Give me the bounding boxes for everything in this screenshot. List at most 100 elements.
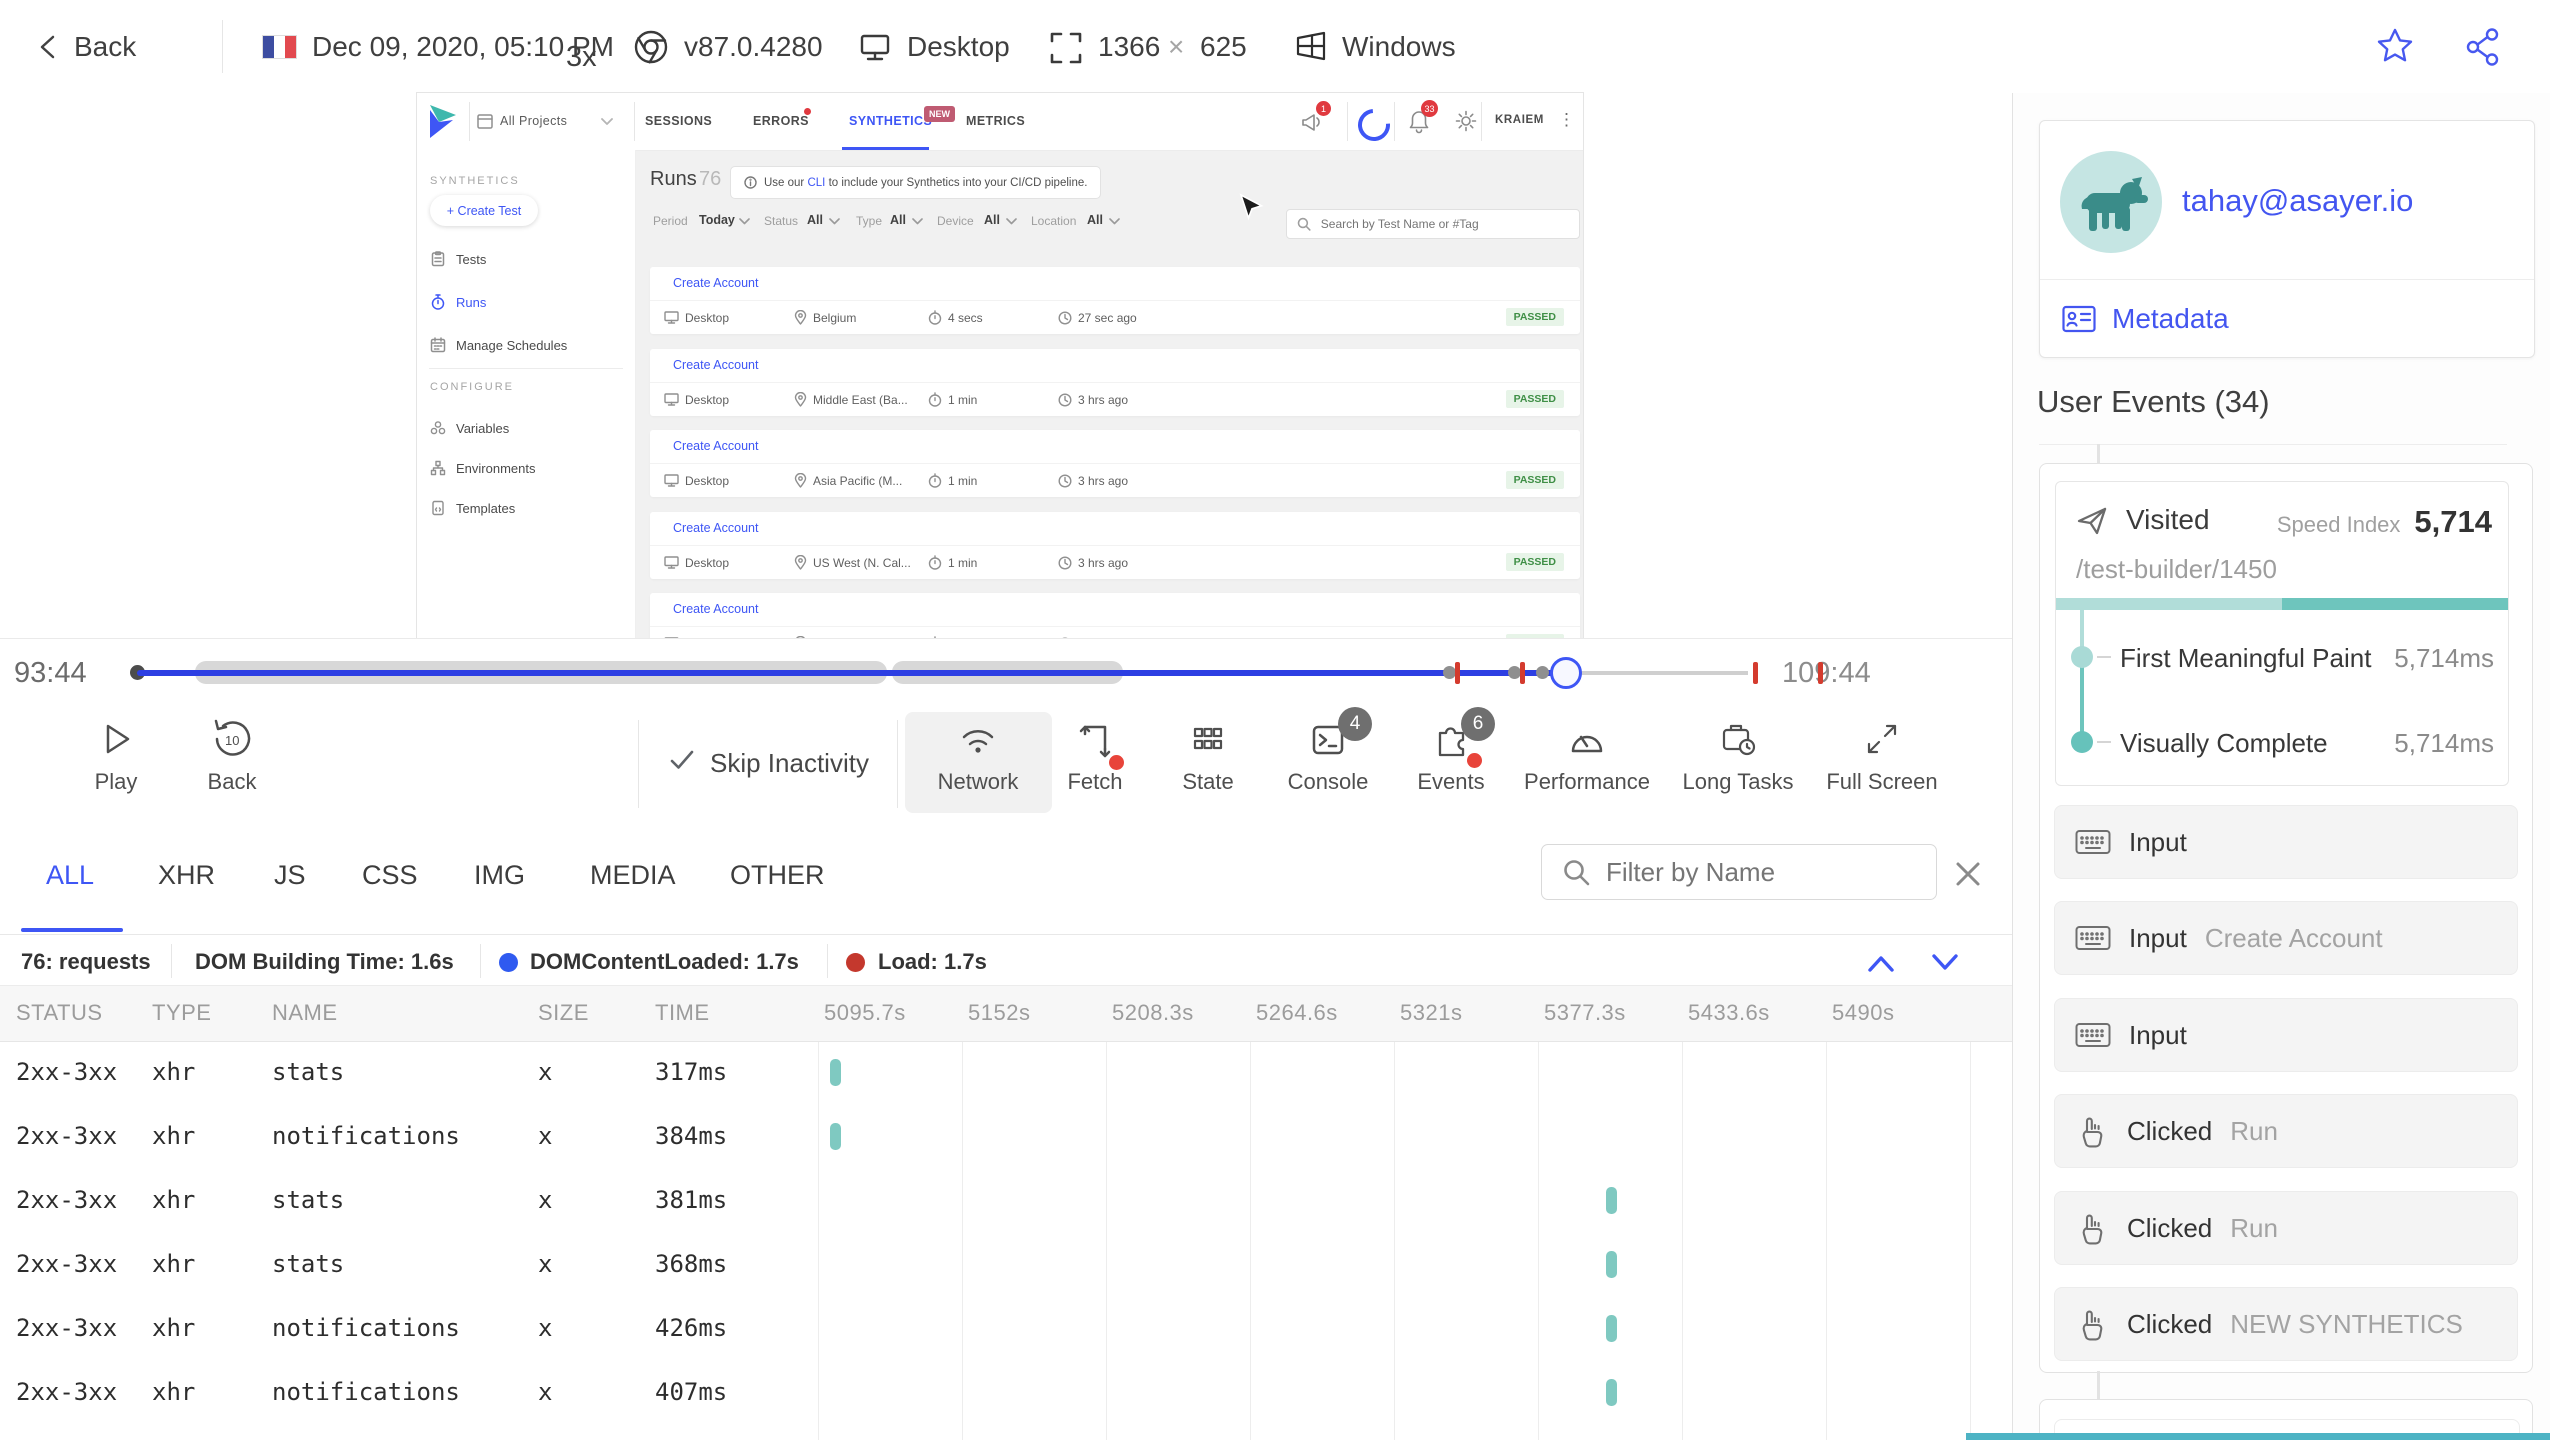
- network-tab-css[interactable]: CSS: [362, 860, 418, 891]
- playhead-handle[interactable]: [1550, 657, 1582, 689]
- favorite-star-icon[interactable]: [2374, 26, 2416, 68]
- device-icon: [664, 393, 679, 406]
- fetch-panel-button[interactable]: Fetch: [1035, 717, 1155, 795]
- controls-divider: [897, 720, 898, 808]
- play-button[interactable]: Play: [56, 717, 176, 795]
- state-panel-button[interactable]: State: [1148, 717, 1268, 795]
- user-event-input[interactable]: Input: [2054, 805, 2518, 879]
- network-request-row[interactable]: 2xx-3xx xhr stats x 368ms: [0, 1232, 2012, 1296]
- long-tasks-panel-button[interactable]: Long Tasks: [1678, 717, 1798, 795]
- tab-synthetics[interactable]: SYNTHETICS: [849, 114, 932, 128]
- events-panel-button[interactable]: Events 6: [1391, 707, 1511, 795]
- run-card[interactable]: Create Account Desktop Asia Pacific (M..…: [650, 430, 1580, 497]
- dcl-legend-dot: [499, 953, 518, 972]
- user-event-input[interactable]: Input: [2054, 998, 2518, 1072]
- user-event-click[interactable]: Clicked Run: [2054, 1191, 2518, 1265]
- stats-divider: [827, 944, 828, 978]
- user-event-click[interactable]: Clicked Run: [2054, 1094, 2518, 1168]
- project-selector[interactable]: All Projects: [500, 114, 567, 128]
- network-panel-button[interactable]: Network: [905, 712, 1052, 813]
- back-button[interactable]: Back: [74, 31, 136, 63]
- jump-next-icon[interactable]: [1922, 950, 1968, 976]
- network-request-row[interactable]: 2xx-3xx xhr notifications x 426ms: [0, 1296, 2012, 1360]
- skip-inactivity-toggle[interactable]: Skip Inactivity: [710, 748, 869, 779]
- replay-cursor-icon: [1239, 193, 1264, 221]
- request-size: x: [538, 1122, 553, 1150]
- run-card[interactable]: Create Account Desktop Middle East (Ba..…: [650, 349, 1580, 416]
- runs-search-input[interactable]: [1318, 216, 1569, 232]
- error-marker[interactable]: [1520, 662, 1525, 684]
- run-status-badge: PASSED: [1505, 471, 1564, 489]
- metadata-row[interactable]: Metadata: [2062, 303, 2229, 335]
- run-ago: 3 hrs ago: [1078, 555, 1129, 570]
- full-screen-button[interactable]: Full Screen: [1812, 717, 1952, 795]
- run-name[interactable]: Create Account: [650, 430, 1580, 463]
- cli-link[interactable]: CLI: [807, 177, 825, 189]
- run-card[interactable]: Create Account Desktop Canada (Central) …: [650, 593, 1580, 638]
- speed-toggle[interactable]: 3x: [566, 41, 597, 74]
- filter-status-value[interactable]: All: [807, 213, 823, 227]
- run-name[interactable]: Create Account: [650, 349, 1580, 382]
- filter-location-value[interactable]: All: [1087, 213, 1103, 227]
- error-marker[interactable]: [1455, 662, 1460, 684]
- request-name: notifications: [272, 1378, 460, 1406]
- event-dot[interactable]: [1536, 666, 1549, 679]
- create-test-button[interactable]: + Create Test: [430, 195, 538, 226]
- filter-device-value[interactable]: All: [984, 213, 1000, 227]
- info-icon: [744, 176, 757, 189]
- event-type: Input: [2129, 826, 2187, 857]
- filter-type-value[interactable]: All: [890, 213, 906, 227]
- network-tab-media[interactable]: MEDIA: [590, 860, 676, 891]
- settings-gear-icon[interactable]: [1455, 110, 1477, 132]
- network-request-row[interactable]: 2xx-3xx xhr stats x 317ms: [0, 1040, 2012, 1104]
- run-name[interactable]: Create Account: [650, 512, 1580, 545]
- error-marker: [1818, 662, 1823, 684]
- performance-panel-button[interactable]: Performance: [1517, 717, 1657, 795]
- network-request-row[interactable]: 2xx-3xx xhr stats x 381ms: [0, 1168, 2012, 1232]
- back-chevron-icon[interactable]: [36, 34, 62, 60]
- run-name[interactable]: Create Account: [650, 267, 1580, 300]
- network-tab-other[interactable]: OTHER: [730, 860, 825, 891]
- timeline-progress-track[interactable]: [137, 670, 1565, 676]
- loading-spinner: [1351, 102, 1397, 148]
- sidebar-item-schedules[interactable]: Manage Schedules: [430, 337, 567, 353]
- visited-event-card[interactable]: Visited Speed Index 5,714 /test-builder/…: [2055, 481, 2509, 786]
- tab-sessions[interactable]: SESSIONS: [645, 114, 712, 128]
- close-panel-icon[interactable]: [1952, 858, 1984, 890]
- filter-period-value[interactable]: Today: [699, 213, 735, 227]
- sidebar-item-environments[interactable]: Environments: [430, 460, 535, 476]
- timeline-remaining-track[interactable]: [1565, 671, 1748, 675]
- network-tab-js[interactable]: JS: [274, 860, 306, 891]
- tab-metrics[interactable]: METRICS: [966, 114, 1025, 128]
- share-icon[interactable]: [2462, 26, 2504, 68]
- user-event-click[interactable]: Clicked NEW SYNTHETICS: [2054, 1287, 2518, 1361]
- visited-url[interactable]: /test-builder/1450: [2076, 554, 2277, 585]
- user-menu[interactable]: KRAIEM: [1495, 114, 1544, 126]
- network-tab-all[interactable]: ALL: [46, 860, 94, 891]
- console-panel-button[interactable]: Console 4: [1268, 707, 1388, 795]
- filter-by-name-input[interactable]: [1604, 855, 1908, 889]
- event-value: Run: [2230, 1115, 2278, 1146]
- back-10s-button[interactable]: 10 Back: [172, 717, 292, 795]
- error-marker[interactable]: [1753, 662, 1758, 684]
- network-tab-xhr[interactable]: XHR: [158, 860, 215, 891]
- tab-errors[interactable]: ERRORS: [753, 114, 809, 128]
- sidebar-item-variables[interactable]: Variables: [430, 420, 509, 436]
- sidebar-item-runs[interactable]: Runs: [430, 294, 486, 310]
- user-event-input[interactable]: Input Create Account: [2054, 901, 2518, 975]
- network-request-row[interactable]: 2xx-3xx xhr notifications x 384ms: [0, 1104, 2012, 1168]
- network-request-row[interactable]: 2xx-3xx xhr notifications x 407ms: [0, 1360, 2012, 1424]
- jump-previous-icon[interactable]: [1858, 950, 1904, 976]
- requests-count: 76: requests: [21, 949, 151, 974]
- run-card[interactable]: Create Account Desktop US West (N. Cal..…: [650, 512, 1580, 579]
- sidebar-item-templates[interactable]: Templates: [430, 500, 515, 516]
- sidebar-item-tests[interactable]: Tests: [430, 251, 486, 267]
- network-tab-img[interactable]: IMG: [474, 860, 525, 891]
- run-card[interactable]: Create Account Desktop Belgium 4 secs 27…: [650, 267, 1580, 334]
- events-top-divider: [2039, 444, 2507, 445]
- user-email[interactable]: tahay@asayer.io: [2182, 183, 2413, 219]
- visited-label: Visited: [2126, 504, 2210, 535]
- waterfall-bar: [830, 1123, 841, 1150]
- more-menu-icon[interactable]: ⋮: [1558, 110, 1575, 130]
- run-name[interactable]: Create Account: [650, 593, 1580, 626]
